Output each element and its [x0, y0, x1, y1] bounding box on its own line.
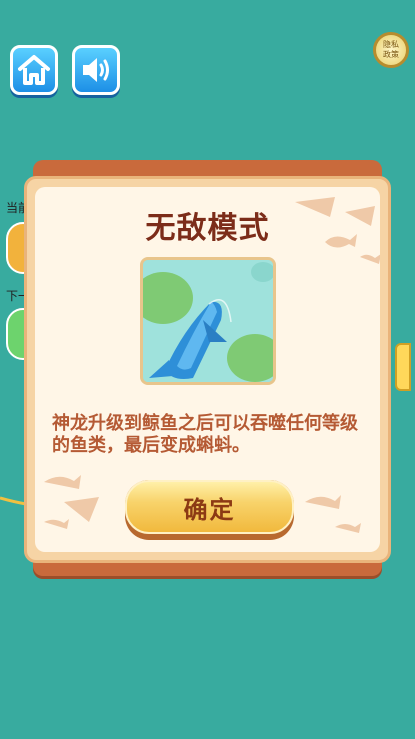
sound-button[interactable]	[72, 45, 120, 95]
fish-decoration-icon	[44, 475, 99, 529]
home-button[interactable]	[10, 45, 58, 95]
dialog-panel: 无敌模式 神龙升级到鲸鱼之后可以吞噬任何等级的鱼类，最后变成蝌蚪。 确定	[35, 187, 380, 552]
home-icon	[18, 55, 50, 85]
fish-decoration-icon	[305, 495, 361, 533]
invincible-mode-dialog: 无敌模式 神龙升级到鲸鱼之后可以吞噬任何等级的鱼类，最后变成蝌蚪。 确定	[24, 176, 391, 563]
speaker-icon	[83, 58, 109, 82]
privacy-line1: 隐私	[383, 40, 399, 49]
confirm-button-face[interactable]: 确定	[125, 480, 294, 534]
privacy-policy-button[interactable]: 隐私 政策	[373, 32, 409, 68]
dialog-title: 无敌模式	[145, 211, 270, 246]
privacy-line2: 政策	[383, 50, 399, 59]
whale-illustration	[140, 257, 276, 385]
confirm-label: 确定	[183, 495, 236, 524]
speed-button[interactable]	[395, 343, 411, 391]
confirm-button[interactable]: 确定	[125, 480, 294, 540]
whale-image-icon	[143, 260, 273, 382]
dialog-description: 神龙升级到鲸鱼之后可以吞噬任何等级的鱼类，最后变成蝌蚪。	[52, 413, 358, 456]
